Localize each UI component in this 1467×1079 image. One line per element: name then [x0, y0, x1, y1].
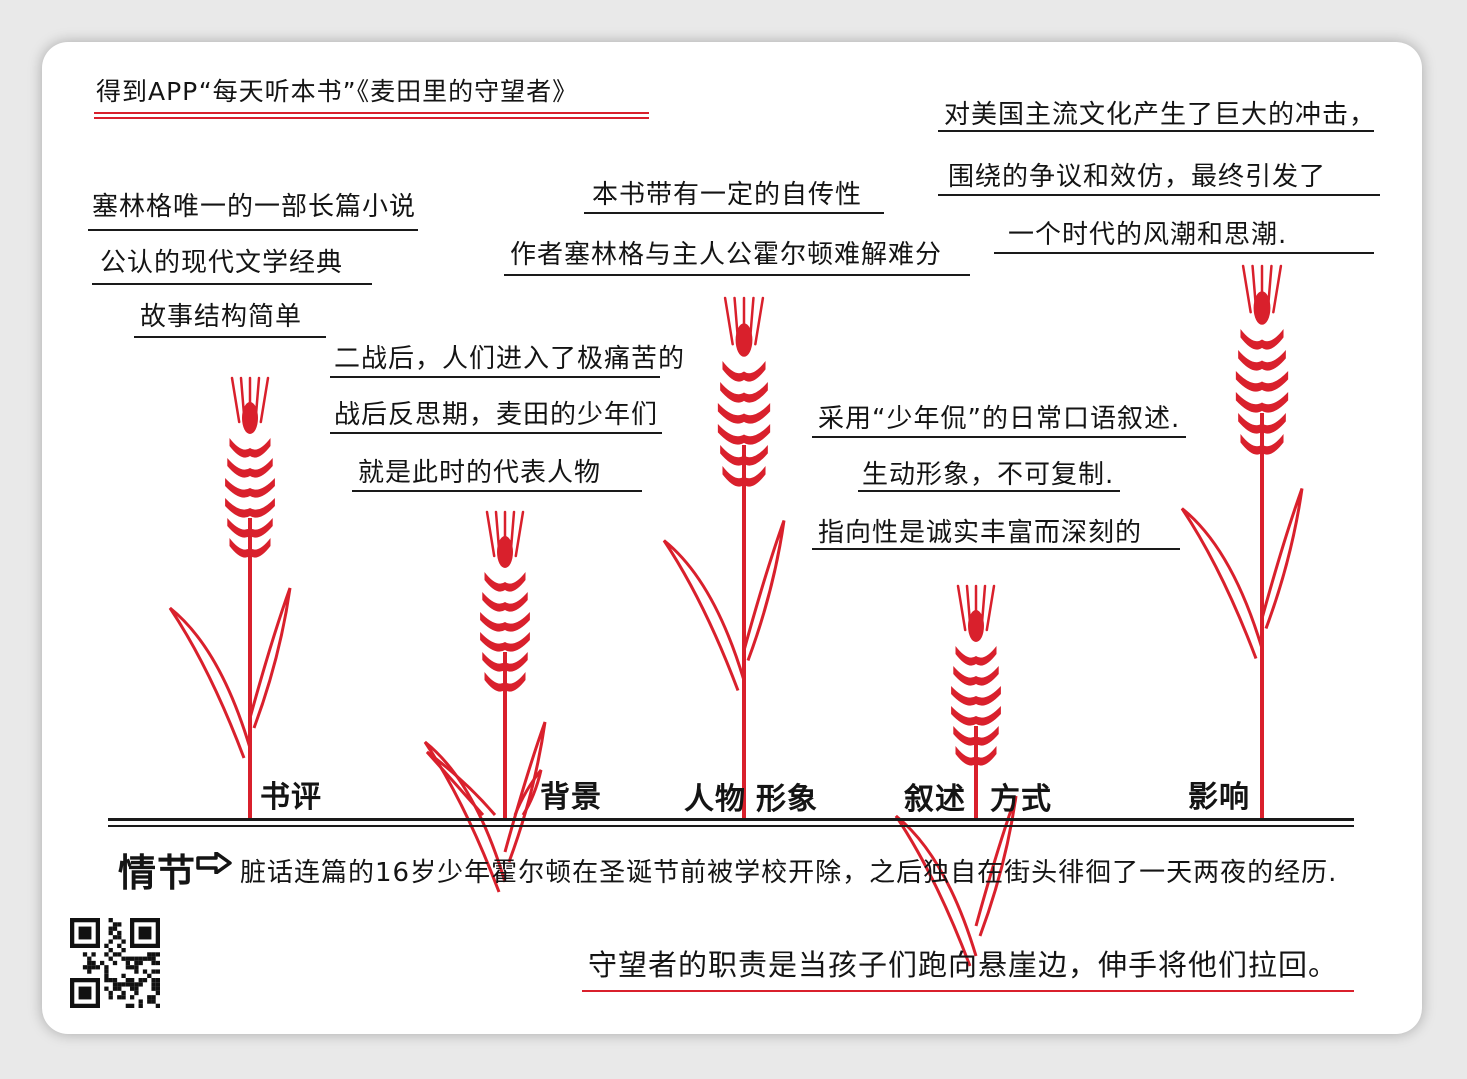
quote-underline [582, 990, 1354, 992]
ground-line [108, 818, 1354, 821]
label-impact: 影响 [1188, 780, 1250, 815]
wheat-impact [1180, 264, 1304, 818]
label-review: 书评 [260, 780, 322, 815]
label-narration-b: 方式 [990, 782, 1052, 817]
wheat-illustration [168, 264, 1304, 967]
label-narration-a: 叙述 [904, 782, 966, 817]
wheat-character [662, 296, 786, 818]
right-arrow-icon [196, 852, 232, 874]
qr-code-icon [70, 918, 160, 1008]
plot-label: 情节 [118, 851, 197, 895]
wheat-review [168, 376, 292, 818]
quote-text: 守望者的职责是当孩子们跑向悬崖边，伸手将他们拉回。 [588, 948, 1339, 982]
ground-line-2 [108, 825, 1354, 827]
label-background: 背景 [540, 780, 602, 815]
label-character-a: 人物 [684, 782, 746, 817]
wheat-background [423, 510, 547, 893]
plot-text: 脏话连篇的16岁少年霍尔顿在圣诞节前被学校开除，之后独自在街头徘徊了一天两夜的经… [240, 858, 1338, 888]
label-character-b: 形象 [756, 782, 818, 817]
